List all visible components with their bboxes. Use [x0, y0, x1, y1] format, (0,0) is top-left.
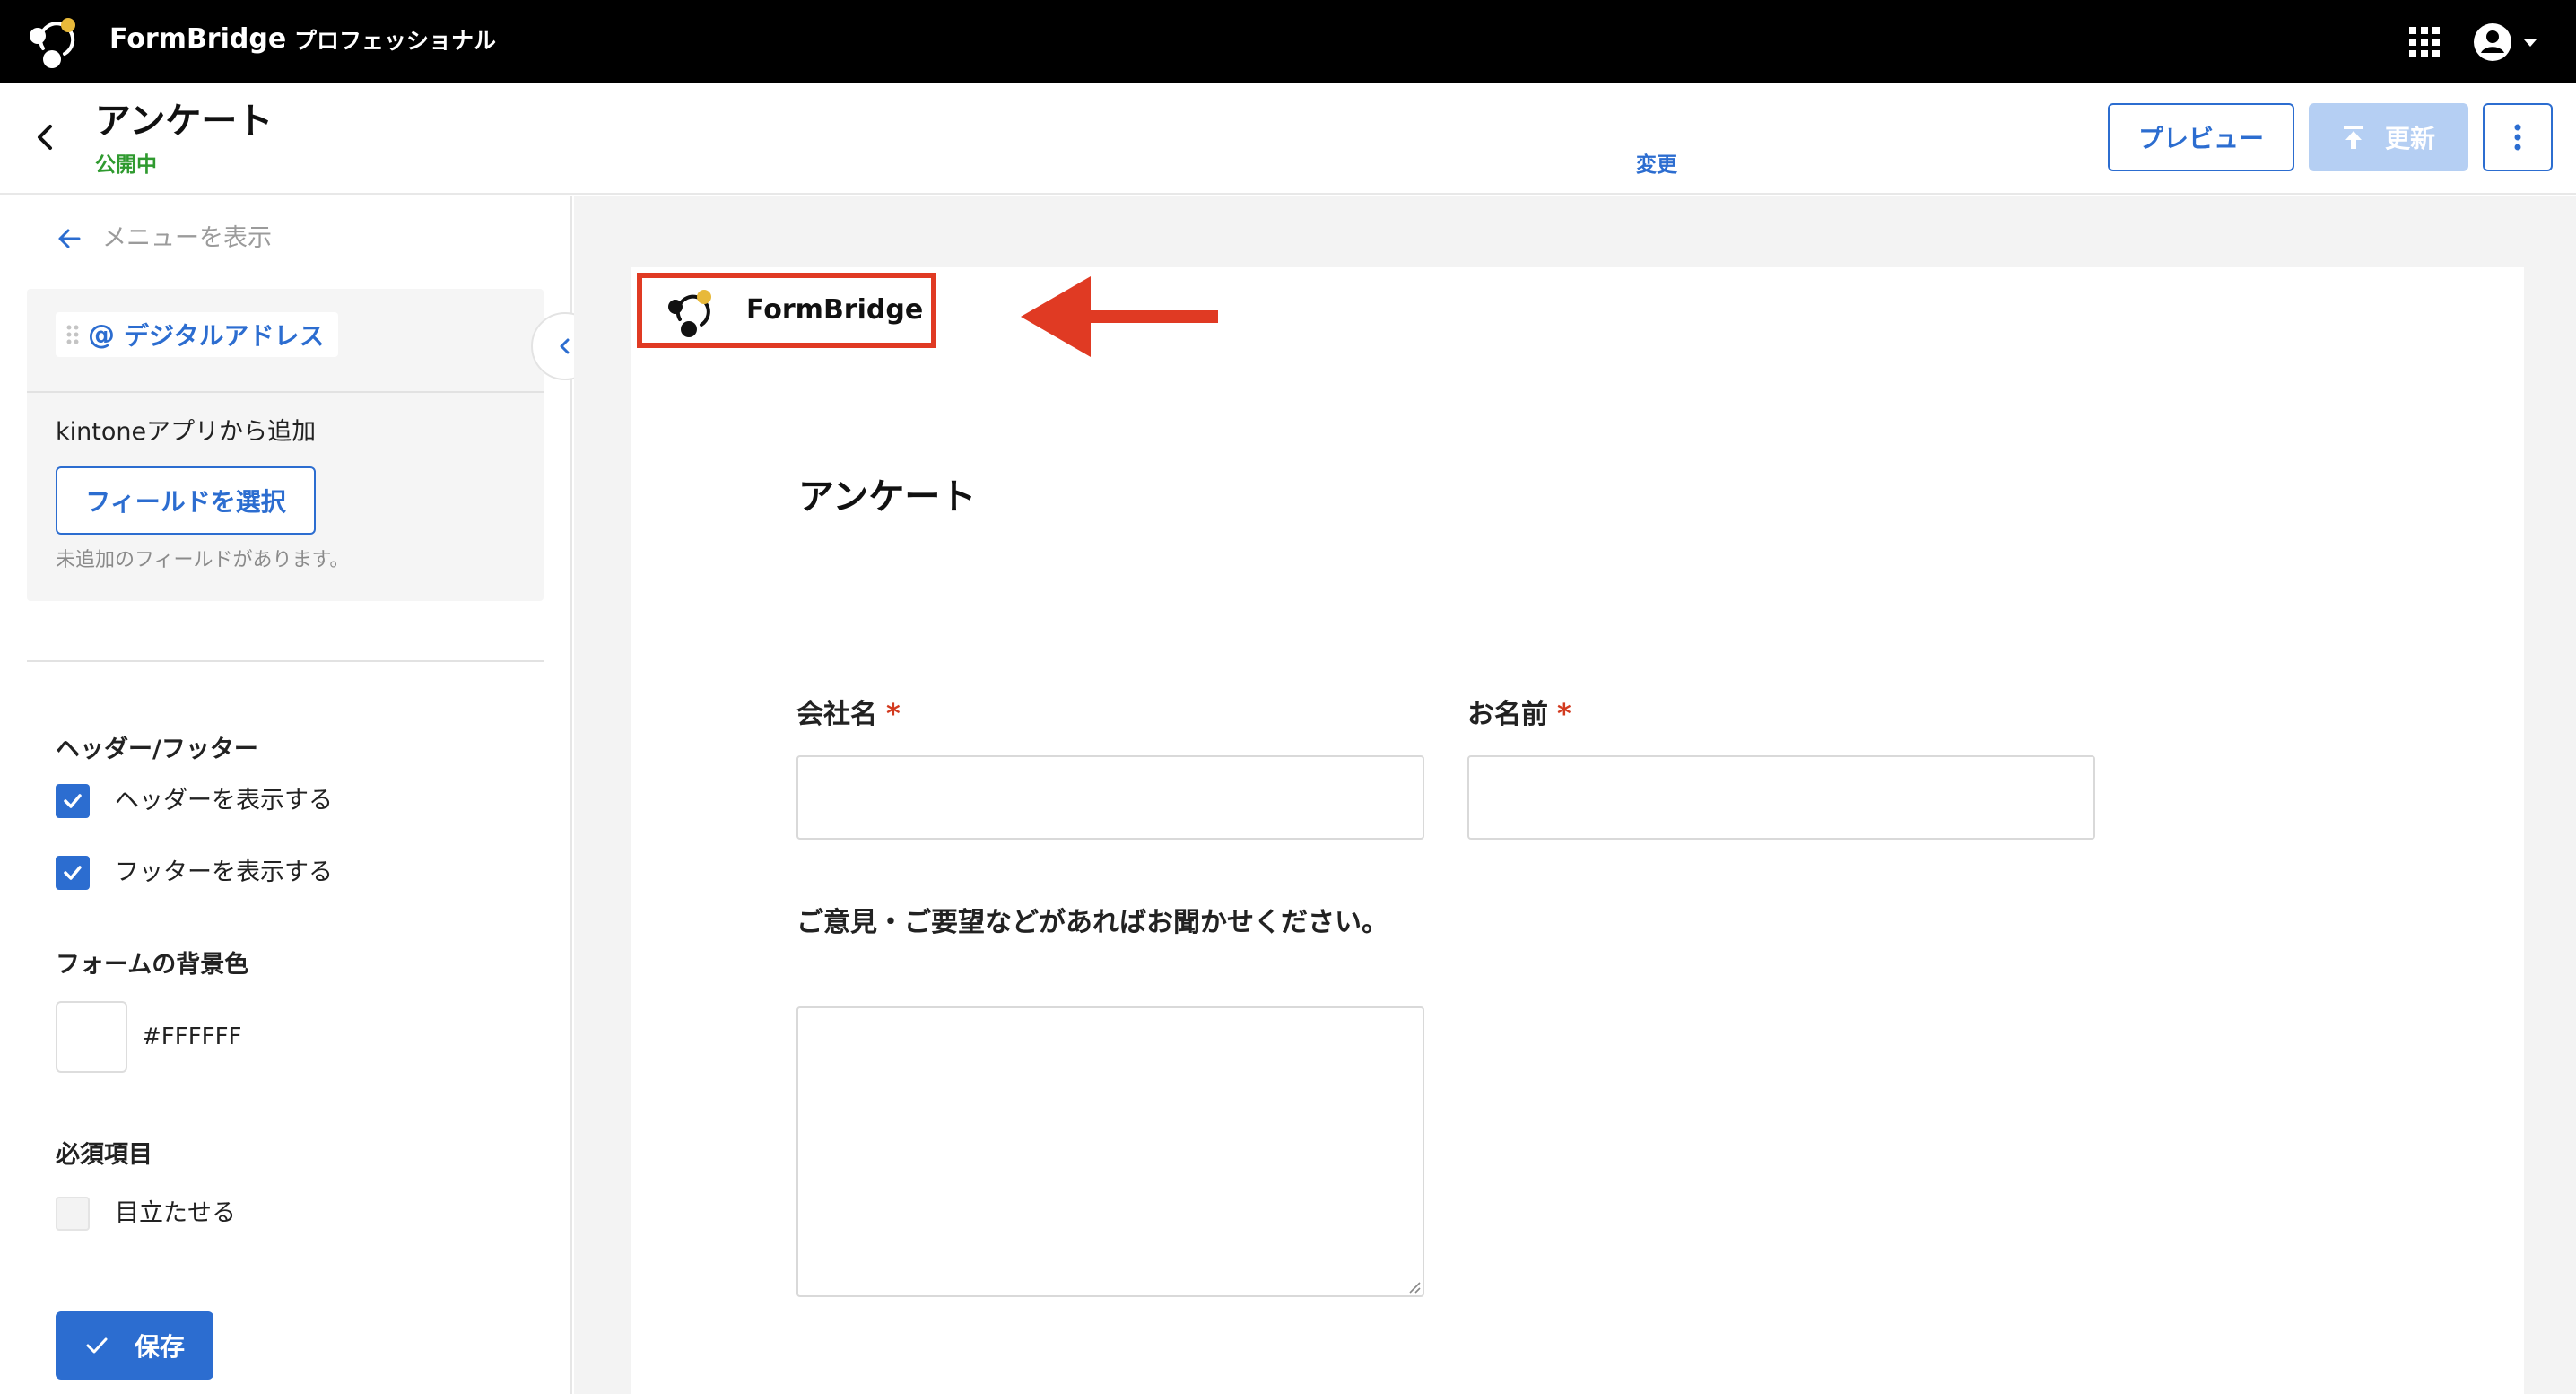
more-options-button[interactable]: [2483, 103, 2553, 171]
field-source-card: @ デジタルアドレス kintoneアプリから追加 フィールドを選択 未追加のフ…: [27, 289, 544, 601]
company-name-label-text: 会社名: [796, 699, 877, 730]
select-field-button[interactable]: フィールドを選択: [56, 466, 316, 535]
formbridge-logo-icon[interactable]: [25, 13, 83, 70]
update-button-label: 更新: [2384, 124, 2435, 153]
show-footer-label: フッターを表示する: [115, 858, 333, 886]
required-mark: *: [886, 699, 901, 730]
check-icon: [86, 1337, 108, 1354]
show-footer-checkbox[interactable]: [56, 856, 90, 890]
unadded-fields-note: 未追加のフィールドがあります。: [56, 549, 350, 571]
kintone-add-label: kintoneアプリから追加: [56, 418, 317, 446]
your-name-label: お名前 *: [1467, 696, 1571, 734]
annotation-arrow-icon: [1021, 276, 1218, 357]
form-canvas: FormBridge アンケート 会社名 * お名前 * ご意見・ご要望などがあれば…: [631, 267, 2524, 1394]
form-preview-area: FormBridge アンケート 会社名 * お名前 * ご意見・ご要望などがあれば…: [574, 196, 2576, 1394]
resize-grip-icon[interactable]: [1406, 1279, 1421, 1294]
background-color-swatch[interactable]: [56, 1001, 127, 1073]
form-logo-text: FormBridge: [746, 294, 924, 326]
highlight-required-option[interactable]: 目立たせる: [56, 1197, 236, 1231]
comment-textarea[interactable]: [796, 1006, 1424, 1297]
divider: [27, 391, 544, 393]
plan-label: プロフェッショナル: [294, 28, 497, 54]
change-link[interactable]: 変更: [1636, 151, 1677, 179]
divider: [27, 660, 544, 662]
header-footer-heading: ヘッダー/フッター: [56, 736, 258, 763]
drag-handle-icon[interactable]: [66, 324, 79, 345]
chevron-left-icon: [560, 338, 570, 354]
save-button-label: 保存: [134, 1332, 185, 1362]
upload-icon: [2343, 126, 2363, 149]
update-button[interactable]: 更新: [2309, 103, 2468, 171]
status-badge: 公開中: [95, 153, 157, 177]
highlight-required-checkbox[interactable]: [56, 1197, 90, 1231]
preview-button[interactable]: プレビュー: [2108, 103, 2294, 171]
highlight-required-label: 目立たせる: [115, 1199, 236, 1227]
apps-grid-icon[interactable]: [2409, 27, 2440, 57]
more-vertical-icon: [2514, 124, 2521, 151]
account-menu-icon[interactable]: [2472, 22, 2544, 63]
save-button[interactable]: 保存: [56, 1311, 213, 1380]
arrow-left-icon: [58, 229, 81, 248]
background-color-value: #FFFFFF: [142, 1024, 242, 1050]
at-sign-icon: @: [88, 318, 115, 351]
show-menu-toggle[interactable]: メニューを表示: [56, 222, 272, 255]
show-header-label: ヘッダーを表示する: [115, 787, 333, 815]
your-name-input[interactable]: [1467, 755, 2095, 840]
form-header-logo: FormBridge: [637, 273, 936, 348]
show-header-checkbox[interactable]: [56, 784, 90, 818]
field-chip-label: デジタルアドレス: [124, 321, 325, 351]
page-header: アンケート 公開中 変更 プレビュー 更新: [0, 83, 2576, 195]
form-title: アンケート: [798, 476, 977, 518]
back-arrow-icon[interactable]: [25, 116, 68, 159]
settings-panel: メニューを表示 @ デジタルアドレス kintoneアプリから追加 フィールドを…: [0, 196, 572, 1394]
checkmark-icon: [64, 794, 82, 808]
digital-address-field-chip[interactable]: @ デジタルアドレス: [56, 312, 339, 357]
comment-label: ご意見・ご要望などがあればお聞かせください。: [796, 907, 1388, 938]
show-menu-label: メニューを表示: [102, 224, 272, 252]
formbridge-logo-icon: [668, 290, 711, 337]
background-color-heading: フォームの背景色: [56, 951, 249, 979]
show-footer-option[interactable]: フッターを表示する: [56, 856, 333, 890]
company-name-input[interactable]: [796, 755, 1424, 840]
show-header-option[interactable]: ヘッダーを表示する: [56, 784, 333, 818]
checkmark-icon: [64, 866, 82, 880]
required-mark: *: [1557, 699, 1571, 730]
preview-button-label: プレビュー: [2137, 124, 2264, 153]
your-name-label-text: お名前: [1467, 699, 1548, 730]
page-title: アンケート: [95, 100, 274, 142]
required-fields-heading: 必須項目: [56, 1141, 152, 1169]
app-name: FormBridge: [109, 23, 287, 55]
app-bar: FormBridge プロフェッショナル: [0, 0, 2576, 83]
company-name-label: 会社名 *: [796, 696, 901, 734]
select-field-label: フィールドを選択: [85, 487, 286, 517]
